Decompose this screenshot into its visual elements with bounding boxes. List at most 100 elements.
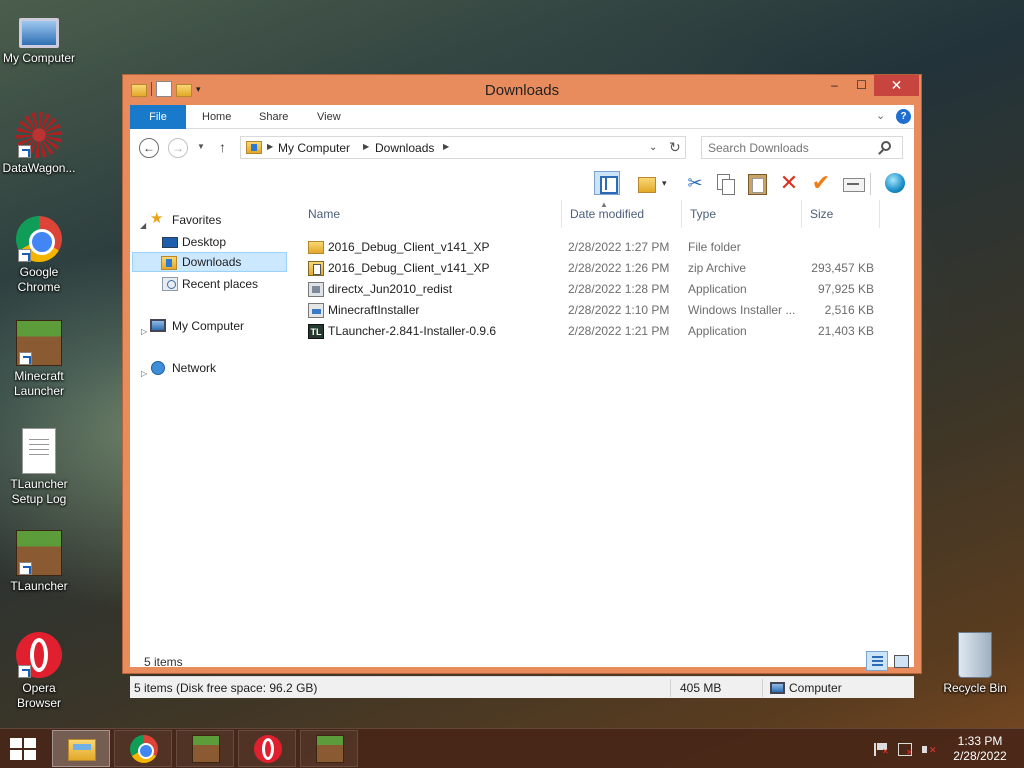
file-name: TLauncher-2.841-Installer-0.9.6 [328,324,497,338]
breadcrumb-arrow-icon[interactable]: ▶ [443,142,449,151]
paste-button[interactable] [744,171,770,195]
desktop-icon-tlauncher-setup-log[interactable]: TLauncher Setup Log [0,428,78,507]
file-row[interactable]: MinecraftInstaller 2/28/2022 1:10 PM Win… [300,300,880,321]
desktop-icon-minecraft-launcher[interactable]: Minecraft Launcher [0,320,78,399]
nav-favorites[interactable]: ◢ ★ Favorites [130,210,290,230]
column-header-size[interactable]: Size [802,200,880,228]
recent-locations-icon[interactable]: ▼ [197,142,205,151]
status-size: 405 MB [680,681,722,695]
preview-pane-button[interactable] [594,171,620,195]
action-center-flag-icon[interactable] [874,743,889,756]
taskbar-clock[interactable]: 1:33 PM 2/28/2022 [944,734,1016,764]
large-icons-view-button[interactable] [890,651,912,671]
shortcut-arrow-icon [18,665,31,678]
desktop-icon-opera-browser[interactable]: Opera Browser [0,632,78,711]
minecraft-icon [316,735,344,763]
rename-button[interactable]: ✔ [808,171,834,195]
file-type: Application [688,324,747,338]
column-header-date-modified[interactable]: Date modified [562,200,682,228]
desktop-icon-recycle-bin[interactable]: Recycle Bin [936,632,1014,696]
search-input[interactable] [708,139,878,156]
breadcrumb-arrow-icon[interactable]: ▶ [363,142,369,151]
desktop-icon-google-chrome[interactable]: Google Chrome [0,216,78,295]
file-type: File folder [688,240,741,254]
nav-label: Downloads [182,255,242,269]
details-view-button[interactable] [866,651,888,671]
file-type: zip Archive [688,261,747,275]
address-bar[interactable]: ▶ My Computer ▶ Downloads ▶ ⌄ ↻ [240,136,686,159]
desktop-icon-datawagon[interactable]: DataWagon... [0,112,78,176]
desktop-icon-my-computer[interactable]: My Computer [0,10,78,66]
tab-share[interactable]: Share [245,105,302,129]
column-header-name[interactable]: Name [300,200,562,228]
breadcrumb-my-computer[interactable]: My Computer [278,141,350,155]
folder-icon [308,241,324,254]
file-row[interactable]: directx_Jun2010_redist 2/28/2022 1:28 PM… [300,279,880,300]
minecraft-icon [16,320,62,366]
refresh-icon[interactable]: ↻ [669,139,681,156]
file-type: Application [688,282,747,296]
expand-arrow-icon[interactable]: ▷ [141,364,147,384]
file-date: 2/28/2022 1:28 PM [568,282,670,296]
file-row[interactable]: TL TLauncher-2.841-Installer-0.9.6 2/28/… [300,321,880,342]
desktop-icon-tlauncher[interactable]: TLauncher [0,530,78,594]
installer-icon [308,303,324,318]
nav-network[interactable]: ▷ Network [130,358,290,378]
taskbar-minecraft-launcher[interactable] [176,730,234,767]
clock-date: 2/28/2022 [953,749,1007,763]
cut-button[interactable]: ✂ [682,171,708,195]
column-header-type[interactable]: Type [682,200,802,228]
up-button[interactable]: ↑ [219,139,226,155]
opera-icon [16,632,62,678]
address-dropdown-icon[interactable]: ⌄ [649,142,657,153]
search-icon[interactable] [881,141,891,151]
windows-logo-icon [24,750,36,760]
nav-recent-places[interactable]: Recent places [130,274,290,294]
breadcrumb-downloads[interactable]: Downloads [375,141,434,155]
recycle-bin-icon [958,632,992,678]
maximize-button[interactable]: ☐ [848,75,875,96]
nav-label: Desktop [182,235,227,249]
clock-time: 1:33 PM [957,734,1003,748]
forward-button[interactable]: → [168,138,188,158]
copy-button[interactable] [712,171,738,195]
taskbar-opera[interactable] [238,730,296,767]
breadcrumb-arrow-icon[interactable]: ▶ [267,142,273,151]
close-button[interactable]: ✕ [874,75,919,96]
expand-ribbon-icon[interactable]: ⌄ [876,109,885,122]
nav-my-computer[interactable]: ▷ My Computer [130,316,290,336]
delete-button[interactable]: ✕ [776,171,802,195]
help-icon[interactable]: ? [896,109,911,124]
nav-desktop[interactable]: Desktop [130,232,290,252]
taskbar-tlauncher[interactable] [300,730,358,767]
expand-arrow-icon[interactable]: ▷ [141,322,147,342]
computer-icon [150,319,166,332]
computer-icon [770,682,785,694]
network-status-icon[interactable] [898,743,913,757]
file-row[interactable]: 2016_Debug_Client_v141_XP 2/28/2022 1:27… [300,237,880,258]
tab-file[interactable]: File [130,105,186,129]
file-date: 2/28/2022 1:27 PM [568,240,670,254]
tab-home[interactable]: Home [188,105,245,129]
new-folder-button[interactable] [634,171,660,195]
taskbar-google-chrome[interactable] [114,730,172,767]
nav-downloads[interactable]: Downloads [132,252,287,272]
title-bar[interactable]: ▾ Downloads – ☐ ✕ [123,75,921,105]
start-button[interactable] [10,738,38,760]
shell-globe-button[interactable] [882,171,908,195]
tab-view[interactable]: View [303,105,355,129]
status-separator [670,679,671,697]
search-box[interactable] [701,136,903,159]
new-folder-dropdown-icon[interactable]: ▾ [662,171,674,195]
desktop-icon-label: DataWagon... [2,161,76,175]
file-row[interactable]: 2016_Debug_Client_v141_XP 2/28/2022 1:26… [300,258,880,279]
toolbar-separator [870,173,871,195]
minimize-button[interactable]: – [821,75,848,96]
taskbar-file-explorer[interactable] [52,730,110,767]
back-button[interactable]: ← [139,138,159,158]
status-disk-space: 5 items (Disk free space: 96.2 GB) [134,681,318,695]
window-content: File Home Share View ⌄ ? ← → ▼ ↑ ▶ My Co… [130,105,914,698]
nav-label: Network [172,361,217,375]
properties-button[interactable] [840,171,866,195]
volume-muted-icon[interactable] [922,743,937,756]
